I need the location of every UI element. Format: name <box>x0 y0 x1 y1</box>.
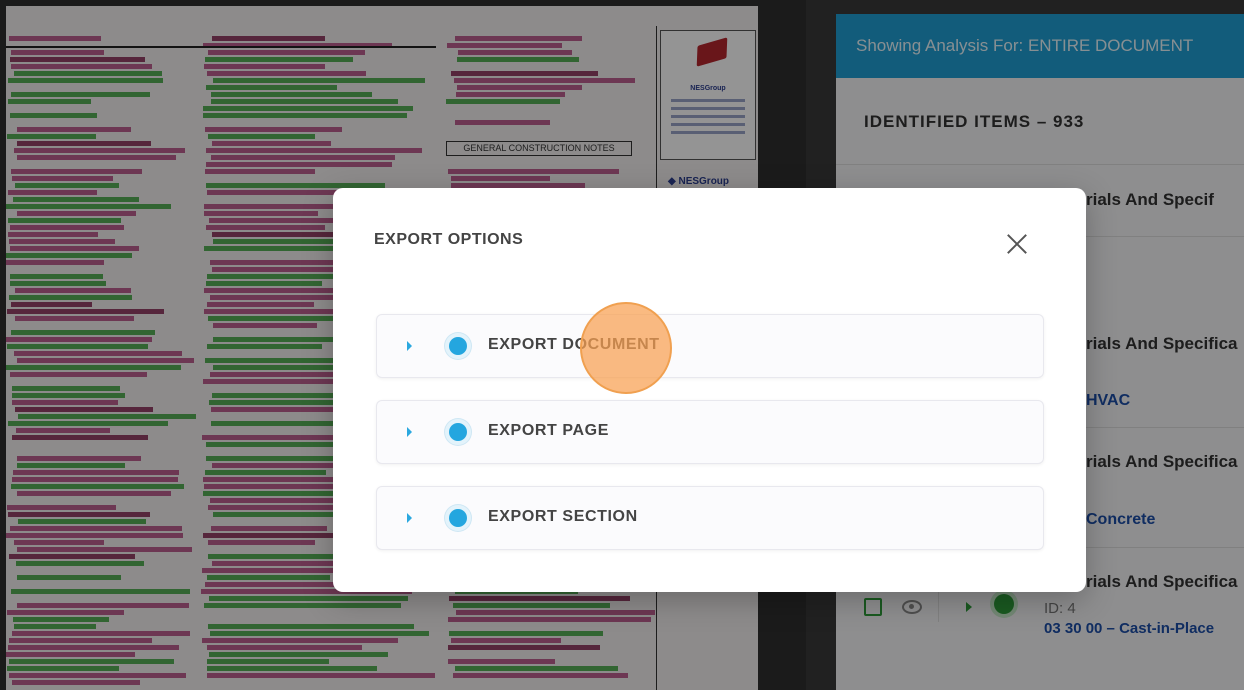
option-label: EXPORT SECTION <box>488 508 638 525</box>
radio-selected-icon[interactable] <box>445 505 471 531</box>
export-options-dialog: EXPORT OPTIONS EXPORT DOCUMENT EXPORT PA… <box>333 188 1086 592</box>
option-label: EXPORT DOCUMENT <box>488 336 660 353</box>
expand-caret-icon[interactable] <box>407 513 412 523</box>
export-section-option[interactable]: EXPORT SECTION <box>376 486 1044 550</box>
option-label: EXPORT PAGE <box>488 422 609 439</box>
dialog-title: EXPORT OPTIONS <box>374 231 524 248</box>
expand-caret-icon[interactable] <box>407 341 412 351</box>
radio-selected-icon[interactable] <box>445 333 471 359</box>
expand-caret-icon[interactable] <box>407 427 412 437</box>
export-document-option[interactable]: EXPORT DOCUMENT <box>376 314 1044 378</box>
radio-selected-icon[interactable] <box>445 419 471 445</box>
close-icon[interactable] <box>1001 228 1033 260</box>
export-page-option[interactable]: EXPORT PAGE <box>376 400 1044 464</box>
